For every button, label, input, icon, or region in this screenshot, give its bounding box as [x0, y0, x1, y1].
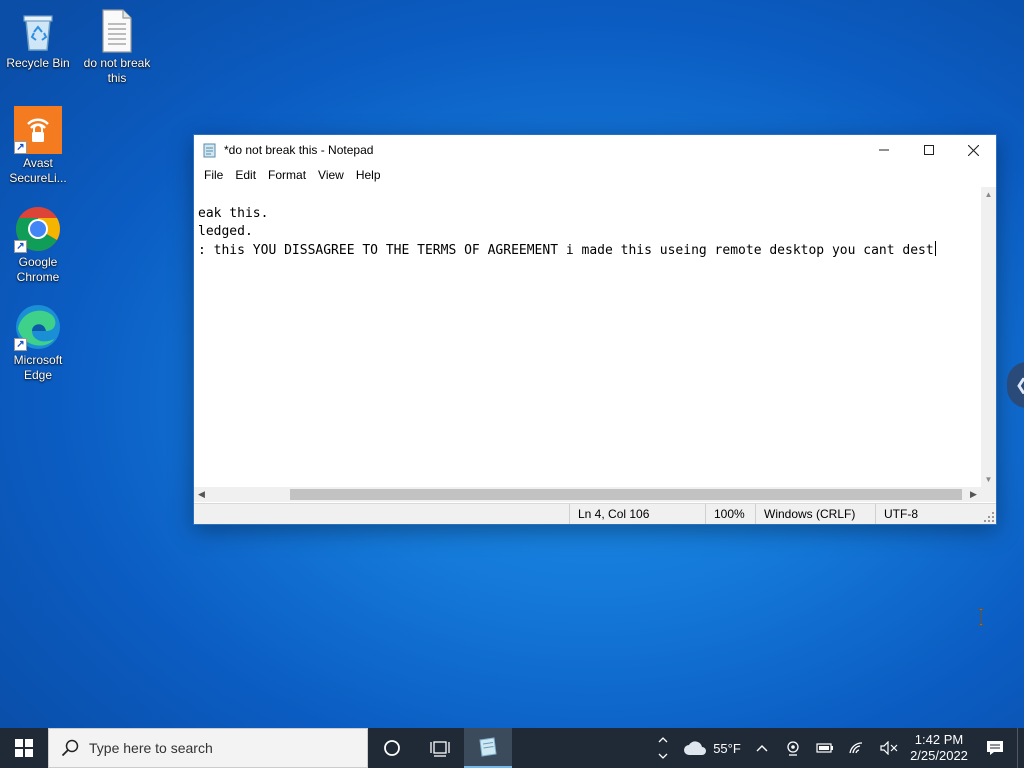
volume-button[interactable]: [873, 728, 905, 768]
scroll-up-icon[interactable]: ▲: [981, 187, 996, 202]
notification-icon: [987, 741, 1003, 755]
title-bar[interactable]: *do not break this - Notepad: [194, 135, 996, 165]
show-hidden-icons-button[interactable]: [649, 728, 677, 768]
edge-icon: ↗: [14, 303, 62, 351]
text-file-icon: [93, 6, 141, 54]
chrome-icon: ↗: [14, 205, 62, 253]
text-editor[interactable]: eak this. ledged. : this YOU DISSAGREE T…: [194, 187, 981, 487]
desktop-icon-label: Microsoft Edge: [13, 353, 63, 382]
close-icon: [968, 144, 979, 156]
menu-bar: File Edit Format View Help: [194, 165, 996, 185]
minimize-icon: [878, 149, 889, 151]
close-button[interactable]: [951, 135, 996, 165]
meet-now-button[interactable]: [777, 728, 809, 768]
desktop-icon-label: Recycle Bin: [6, 56, 70, 70]
maximize-button[interactable]: [906, 135, 951, 165]
notifications-button[interactable]: [973, 728, 1017, 768]
scroll-down-icon[interactable]: ▼: [981, 472, 996, 487]
status-bar: Ln 4, Col 106 100% Windows (CRLF) UTF-8: [194, 503, 996, 524]
editor-line: : this YOU DISSAGREE TO THE TERMS OF AGR…: [198, 241, 936, 260]
taskbar: Type here to search 55°F 1:42 PM 2/25/20…: [0, 728, 1024, 768]
tray-overflow-button[interactable]: [747, 728, 777, 768]
search-placeholder: Type here to search: [89, 740, 213, 756]
status-line-ending: Windows (CRLF): [755, 504, 869, 524]
shortcut-arrow-icon: ↗: [14, 141, 27, 154]
taskbar-search-box[interactable]: Type here to search: [48, 728, 368, 768]
weather-widget[interactable]: 55°F: [677, 728, 747, 768]
notepad-window: *do not break this - Notepad File Edit F…: [193, 134, 997, 525]
avast-vpn-icon: ↗: [14, 106, 62, 154]
menu-edit[interactable]: Edit: [229, 165, 262, 185]
menu-file[interactable]: File: [198, 165, 229, 185]
battery-icon: [816, 743, 833, 753]
shortcut-arrow-icon: ↗: [14, 338, 27, 351]
show-desktop-button[interactable]: [1017, 728, 1024, 768]
shortcut-arrow-icon: ↗: [14, 240, 27, 253]
editor-line: eak this.: [198, 206, 269, 221]
desktop-icon-avast[interactable]: ↗ Avast SecureLi...: [0, 106, 76, 186]
start-button[interactable]: [0, 728, 48, 768]
scrollbar-corner: [981, 487, 996, 502]
editor-line: ledged.: [198, 224, 253, 239]
side-panel-handle[interactable]: ❮: [1007, 362, 1024, 408]
cortana-circle-icon: [384, 740, 400, 756]
notepad-icon: [202, 142, 218, 158]
task-view-button[interactable]: [416, 728, 464, 768]
status-zoom: 100%: [705, 504, 756, 524]
menu-view[interactable]: View: [312, 165, 350, 185]
windows-logo-icon: [15, 739, 33, 757]
text-cursor-icon: [978, 608, 984, 626]
desktop-icon-label: do not break this: [83, 56, 151, 85]
scroll-left-icon[interactable]: ◀: [194, 487, 209, 502]
cloud-icon: [684, 741, 707, 755]
vertical-scrollbar[interactable]: ▲ ▼: [981, 187, 996, 487]
desktop-icon-edge[interactable]: ↗ Microsoft Edge: [0, 303, 76, 383]
network-button[interactable]: [841, 728, 873, 768]
desktop-icon-label: Avast SecureLi...: [9, 156, 67, 185]
weather-temperature: 55°F: [713, 740, 741, 756]
chevron-left-icon: ❮: [1015, 375, 1024, 395]
battery-button[interactable]: [809, 728, 841, 768]
scroll-right-icon[interactable]: ▶: [966, 487, 981, 502]
resize-grip-icon[interactable]: [984, 512, 994, 522]
maximize-icon: [923, 145, 934, 155]
volume-muted-icon: [880, 741, 898, 755]
horizontal-scrollbar[interactable]: ◀ ▶: [194, 487, 981, 502]
notepad-icon: [479, 737, 497, 757]
desktop-icon-label: Google Chrome: [16, 255, 60, 284]
clock-time: 1:42 PM: [914, 732, 964, 747]
webcam-icon: [787, 741, 799, 756]
desktop-icon-recycle-bin[interactable]: Recycle Bin: [0, 6, 76, 71]
status-cursor-position: Ln 4, Col 106: [569, 504, 703, 524]
menu-help[interactable]: Help: [350, 165, 387, 185]
task-view-icon: [430, 741, 450, 757]
chevron-up-icon: [756, 745, 768, 752]
horizontal-scroll-thumb[interactable]: [290, 489, 962, 500]
chevron-updown-icon: [658, 737, 668, 759]
minimize-button[interactable]: [861, 135, 906, 165]
status-encoding: UTF-8: [875, 504, 964, 524]
menu-format[interactable]: Format: [262, 165, 312, 185]
wifi-icon: [849, 742, 863, 754]
search-icon: [61, 739, 79, 757]
desktop-icon-text-file[interactable]: do not break this: [79, 6, 155, 86]
editor-line-text: : this YOU DISSAGREE TO THE TERMS OF AGR…: [198, 243, 934, 258]
taskbar-notepad-button[interactable]: [464, 728, 512, 768]
cortana-button[interactable]: [368, 728, 416, 768]
text-caret: [934, 241, 936, 256]
recycle-bin-icon: [14, 6, 62, 54]
clock-date: 2/25/2022: [910, 748, 968, 763]
window-title: *do not break this - Notepad: [224, 143, 374, 157]
desktop-icon-chrome[interactable]: ↗ Google Chrome: [0, 205, 76, 285]
clock[interactable]: 1:42 PM 2/25/2022: [905, 728, 973, 768]
system-tray: 55°F 1:42 PM 2/25/2022: [649, 728, 1024, 768]
